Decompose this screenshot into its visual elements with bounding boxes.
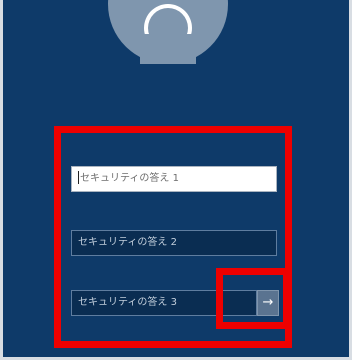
lock-screen: セキュリティの答え 1 セキュリティの答え 2 セキュリティの答え 3 → [0, 0, 352, 360]
window-frame-left [0, 0, 3, 360]
highlight-box-submit [216, 268, 290, 329]
avatar-icon-mask [140, 34, 196, 64]
